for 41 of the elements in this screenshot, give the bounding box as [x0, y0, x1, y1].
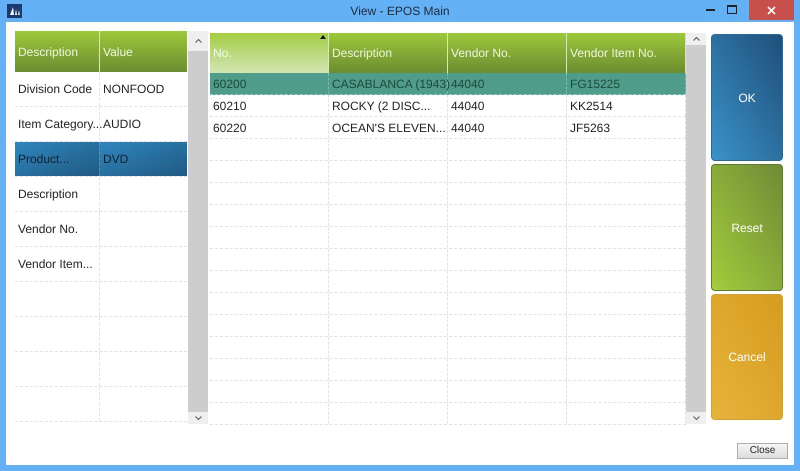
sort-ascending-icon	[320, 35, 326, 39]
column-header: Value	[100, 31, 187, 72]
reset-button[interactable]: Reset	[711, 164, 783, 291]
selected-cell[interactable]: Product...	[15, 142, 100, 176]
maximize-icon[interactable]	[727, 5, 737, 14]
table-cell: 44040	[448, 117, 567, 138]
column-header[interactable]: No.	[210, 33, 329, 73]
minimize-icon[interactable]	[706, 9, 715, 12]
close-button[interactable]: Close	[737, 443, 788, 459]
table-cell: 60210	[210, 95, 329, 116]
close-icon	[767, 6, 776, 14]
app-logo-icon	[7, 4, 22, 18]
table-cell: 60220	[210, 117, 329, 138]
column-header[interactable]: Vendor Item No.	[567, 33, 686, 73]
table-cell: ROCKY (2 DISC...	[329, 95, 448, 116]
column-header[interactable]: Vendor No.	[448, 33, 567, 73]
table-cell: CASABLANCA (1943)	[329, 73, 448, 94]
table-cell: 44040	[448, 95, 567, 116]
column-header[interactable]: Description	[329, 33, 448, 73]
table-cell-text: AUDIO	[102, 116, 142, 133]
table-cell: Item Category...	[15, 107, 100, 141]
column-header: Description	[15, 31, 100, 72]
table-cell: 60200	[210, 73, 329, 94]
scrollbar[interactable]	[686, 33, 706, 424]
selected-cell[interactable]: DVD	[100, 142, 187, 176]
cancel-button[interactable]: Cancel	[711, 294, 783, 420]
table-cell: Vendor No.	[15, 212, 100, 246]
scroll-up-icon[interactable]	[194, 39, 202, 43]
scroll-down-icon[interactable]	[692, 416, 700, 420]
ok-button[interactable]: OK	[711, 34, 783, 161]
table-cell: OCEAN'S ELEVEN...	[329, 117, 448, 138]
scroll-down-icon[interactable]	[194, 416, 202, 420]
table-cell: Description	[15, 177, 100, 211]
table-cell: 44040	[448, 73, 567, 94]
table-cell-text: NONFOOD	[102, 81, 166, 98]
scrollbar[interactable]	[188, 31, 208, 424]
table-cell: Division Code	[15, 72, 100, 106]
window-title: View - EPOS Main	[350, 3, 450, 20]
table-cell: Vendor Item...	[15, 247, 100, 281]
scroll-up-icon[interactable]	[692, 37, 700, 41]
close-window-button[interactable]	[749, 0, 794, 20]
